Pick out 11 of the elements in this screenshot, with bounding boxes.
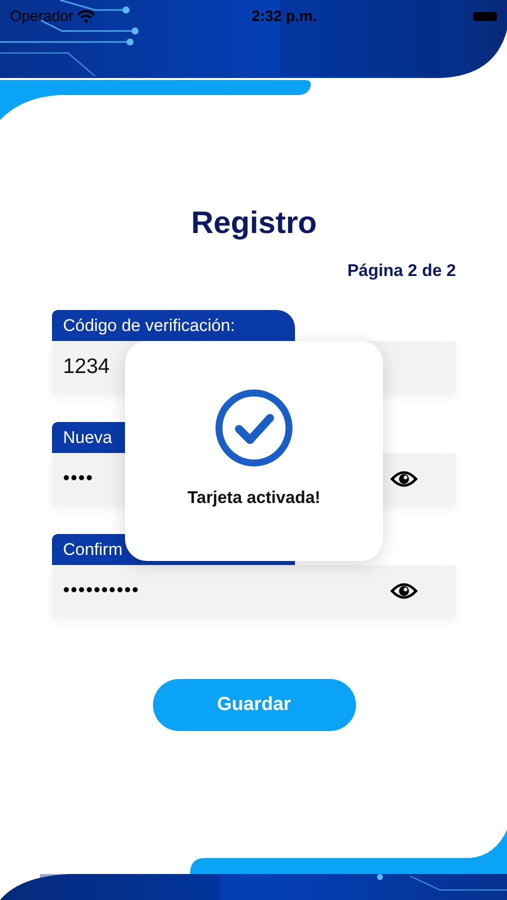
wifi-icon: [77, 10, 96, 22]
password-field[interactable]: ••••••••••: [52, 565, 456, 617]
page-indicator: Página 2 de 2: [347, 260, 456, 282]
eye-icon[interactable]: [390, 469, 418, 489]
page-title: Registro: [190, 205, 318, 241]
carrier-name: Operador: [10, 8, 74, 24]
eye-icon[interactable]: [390, 581, 418, 601]
field-label: Código de verificación:: [52, 310, 295, 341]
check-circle-icon: [214, 388, 294, 468]
status-time: 2:32 p.m.: [252, 8, 317, 24]
success-message: Tarjeta activada!: [188, 488, 320, 508]
